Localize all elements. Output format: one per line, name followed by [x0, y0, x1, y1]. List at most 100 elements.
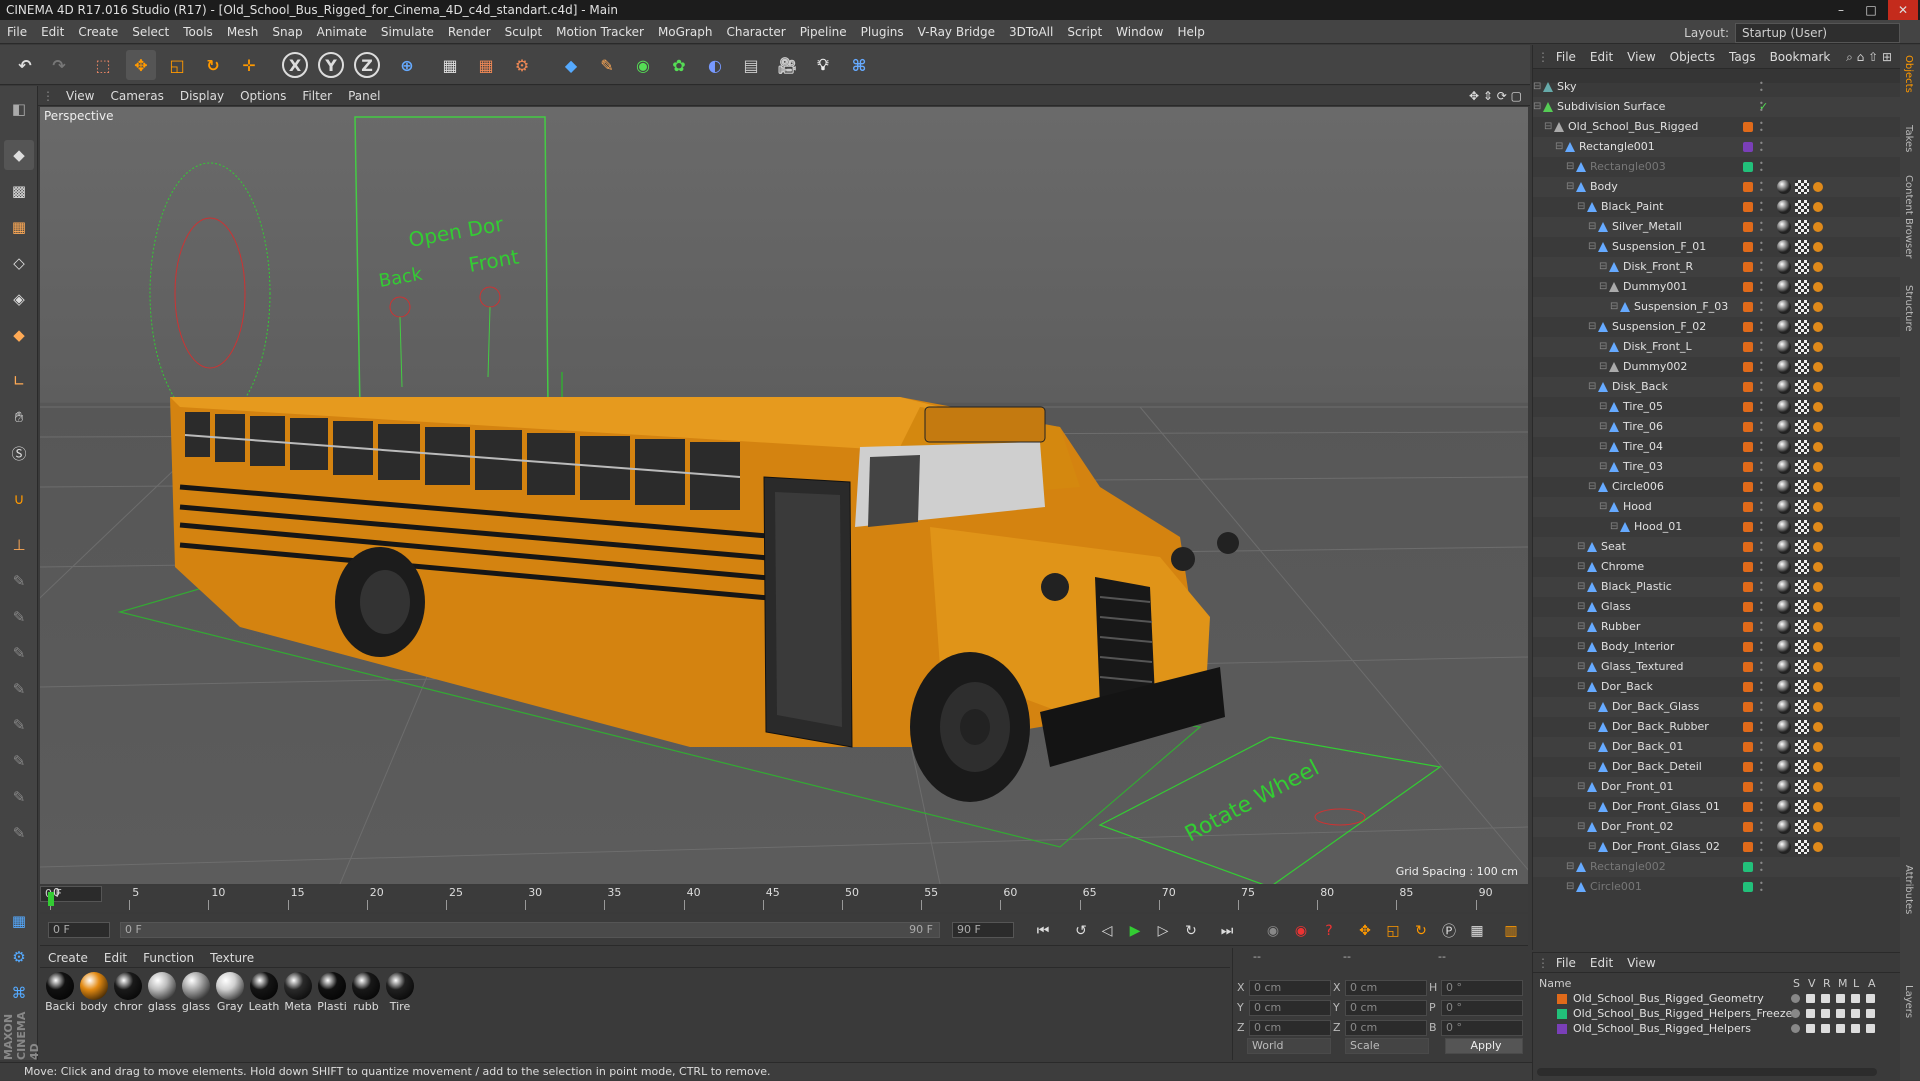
- material-tag-icon[interactable]: [1777, 620, 1791, 634]
- visibility-dots-icon[interactable]: • •: [1759, 260, 1765, 275]
- expand-toggle-icon[interactable]: ⊟: [1599, 357, 1607, 377]
- object-name[interactable]: Tire_03: [1623, 457, 1663, 477]
- texture-tag-icon[interactable]: [1795, 620, 1809, 634]
- position-field[interactable]: 0 cm: [1249, 980, 1331, 996]
- texture-tag-icon[interactable]: [1795, 600, 1809, 614]
- object-row[interactable]: ⊟ Suspension_F_03 • •: [1533, 297, 1901, 317]
- layer-color-swatch[interactable]: [1743, 582, 1753, 592]
- layer-color-swatch[interactable]: [1743, 502, 1753, 512]
- material-tag-icon[interactable]: [1777, 180, 1791, 194]
- render-picture-viewer-icon[interactable]: ▦: [471, 50, 501, 80]
- object-name[interactable]: Silver_Metall: [1612, 217, 1682, 237]
- magnet-icon[interactable]: ∪: [4, 484, 34, 514]
- viewport-menu-filter[interactable]: Filter: [294, 86, 340, 106]
- texture-tag-icon[interactable]: [1795, 420, 1809, 434]
- model-mode-icon[interactable]: ◆: [4, 140, 34, 170]
- visibility-dots-icon[interactable]: • •: [1759, 600, 1765, 615]
- menu-character[interactable]: Character: [719, 20, 792, 44]
- protection-tag-icon[interactable]: [1813, 622, 1823, 632]
- object-menu-bookmark[interactable]: Bookmark: [1763, 45, 1838, 69]
- layer-color-swatch[interactable]: [1743, 622, 1753, 632]
- layer-toggle-icon[interactable]: [1866, 1009, 1875, 1018]
- material-swatch[interactable]: glass: [180, 972, 212, 1013]
- layer-color-swatch[interactable]: [1743, 642, 1753, 652]
- expand-toggle-icon[interactable]: ⊟: [1599, 277, 1607, 297]
- texture-tag-icon[interactable]: [1795, 680, 1809, 694]
- visibility-dots-icon[interactable]: • •: [1759, 160, 1765, 175]
- protection-tag-icon[interactable]: [1813, 562, 1823, 572]
- layer-color-swatch[interactable]: [1743, 402, 1753, 412]
- expand-toggle-icon[interactable]: ⊟: [1577, 657, 1585, 677]
- layer-color-swatch[interactable]: [1743, 682, 1753, 692]
- object-row[interactable]: ⊟ Dor_Front_Glass_01 • •: [1533, 797, 1901, 817]
- layer-color-swatch[interactable]: [1743, 762, 1753, 772]
- object-row[interactable]: ⊟ Rectangle001 • •: [1533, 137, 1901, 157]
- expand-toggle-icon[interactable]: ⊟: [1610, 297, 1618, 317]
- keyframe-selection-icon[interactable]: ?: [1318, 920, 1340, 942]
- object-row[interactable]: ⊟ Rectangle003 • •: [1533, 157, 1901, 177]
- layer-name[interactable]: Old_School_Bus_Rigged_Helpers_Freeze: [1573, 1006, 1792, 1021]
- object-name[interactable]: Hood: [1623, 497, 1652, 517]
- expand-toggle-icon[interactable]: ⊟: [1610, 517, 1618, 537]
- key-position-icon[interactable]: ✥: [1354, 920, 1376, 942]
- object-name[interactable]: Rectangle001: [1579, 137, 1655, 157]
- object-row[interactable]: ⊟ Body_Interior • •: [1533, 637, 1901, 657]
- layer-color-swatch[interactable]: [1557, 1009, 1567, 1019]
- expand-toggle-icon[interactable]: ⊟: [1599, 417, 1607, 437]
- expand-toggle-icon[interactable]: ⊟: [1588, 477, 1596, 497]
- texture-tag-icon[interactable]: [1795, 540, 1809, 554]
- layer-color-swatch[interactable]: [1743, 382, 1753, 392]
- render-view-icon[interactable]: ▦: [435, 50, 465, 80]
- scale-tool-icon[interactable]: ◱: [162, 50, 192, 80]
- python-script-icon[interactable]: ⌘: [4, 978, 34, 1008]
- object-row[interactable]: ⊟ Tire_03 • •: [1533, 457, 1901, 477]
- object-name[interactable]: Glass: [1601, 597, 1631, 617]
- expand-toggle-icon[interactable]: ⊟: [1599, 257, 1607, 277]
- apply-button[interactable]: Apply: [1445, 1038, 1523, 1054]
- expand-toggle-icon[interactable]: ⊟: [1588, 757, 1596, 777]
- layer-color-swatch[interactable]: [1743, 162, 1753, 172]
- snapping-icon[interactable]: Ⓢ: [4, 438, 34, 468]
- points-mode-icon[interactable]: ◇: [4, 248, 34, 278]
- visibility-dots-icon[interactable]: • •: [1759, 240, 1765, 255]
- go-to-start-icon[interactable]: ⏮: [1032, 920, 1054, 942]
- expand-toggle-icon[interactable]: ⊟: [1588, 377, 1596, 397]
- texture-tag-icon[interactable]: [1795, 520, 1809, 534]
- layer-name[interactable]: Old_School_Bus_Rigged_Geometry: [1573, 991, 1764, 1006]
- object-name[interactable]: Disk_Front_R: [1623, 257, 1693, 277]
- brush-tool-icon[interactable]: ✎: [4, 566, 34, 596]
- maximize-icon[interactable]: □: [1856, 0, 1886, 20]
- layer-toggle-icon[interactable]: [1866, 1024, 1875, 1033]
- material-menu-function[interactable]: Function: [135, 948, 202, 968]
- protection-tag-icon[interactable]: [1813, 502, 1823, 512]
- protection-tag-icon[interactable]: [1813, 242, 1823, 252]
- object-row[interactable]: ⊟ Disk_Back • •: [1533, 377, 1901, 397]
- object-row[interactable]: ⊟ Chrome • •: [1533, 557, 1901, 577]
- object-name[interactable]: Body: [1590, 177, 1618, 197]
- object-row[interactable]: ⊟ Old_School_Bus_Rigged • •: [1533, 117, 1901, 137]
- protection-tag-icon[interactable]: [1813, 702, 1823, 712]
- size-field[interactable]: 0 cm: [1345, 1000, 1427, 1016]
- object-name[interactable]: Old_School_Bus_Rigged: [1568, 117, 1698, 137]
- expand-toggle-icon[interactable]: ⊟: [1588, 737, 1596, 757]
- tab-objects[interactable]: Objects: [1903, 55, 1914, 93]
- layer-color-swatch[interactable]: [1743, 602, 1753, 612]
- position-field[interactable]: 0 cm: [1249, 1000, 1331, 1016]
- visibility-dots-icon[interactable]: • •: [1759, 820, 1765, 835]
- polygons-mode-icon[interactable]: ◆: [4, 320, 34, 350]
- object-name[interactable]: Disk_Front_L: [1623, 337, 1692, 357]
- object-name[interactable]: Dor_Back_Glass: [1612, 697, 1699, 717]
- layer-color-swatch[interactable]: [1743, 182, 1753, 192]
- object-name[interactable]: Suspension_F_01: [1612, 237, 1706, 257]
- object-row[interactable]: ⊟ Dor_Back_01 • •: [1533, 737, 1901, 757]
- position-field[interactable]: 0 cm: [1249, 1020, 1331, 1036]
- protection-tag-icon[interactable]: [1813, 362, 1823, 372]
- visibility-dots-icon[interactable]: • •: [1759, 340, 1765, 355]
- object-row[interactable]: ⊟ Suspension_F_01 • •: [1533, 237, 1901, 257]
- object-name[interactable]: Sky: [1557, 77, 1576, 97]
- menu-render[interactable]: Render: [441, 20, 498, 44]
- protection-tag-icon[interactable]: [1813, 222, 1823, 232]
- visibility-dots-icon[interactable]: • •: [1759, 620, 1765, 635]
- object-row[interactable]: ⊟ Disk_Front_L • •: [1533, 337, 1901, 357]
- visibility-dots-icon[interactable]: • •: [1759, 400, 1765, 415]
